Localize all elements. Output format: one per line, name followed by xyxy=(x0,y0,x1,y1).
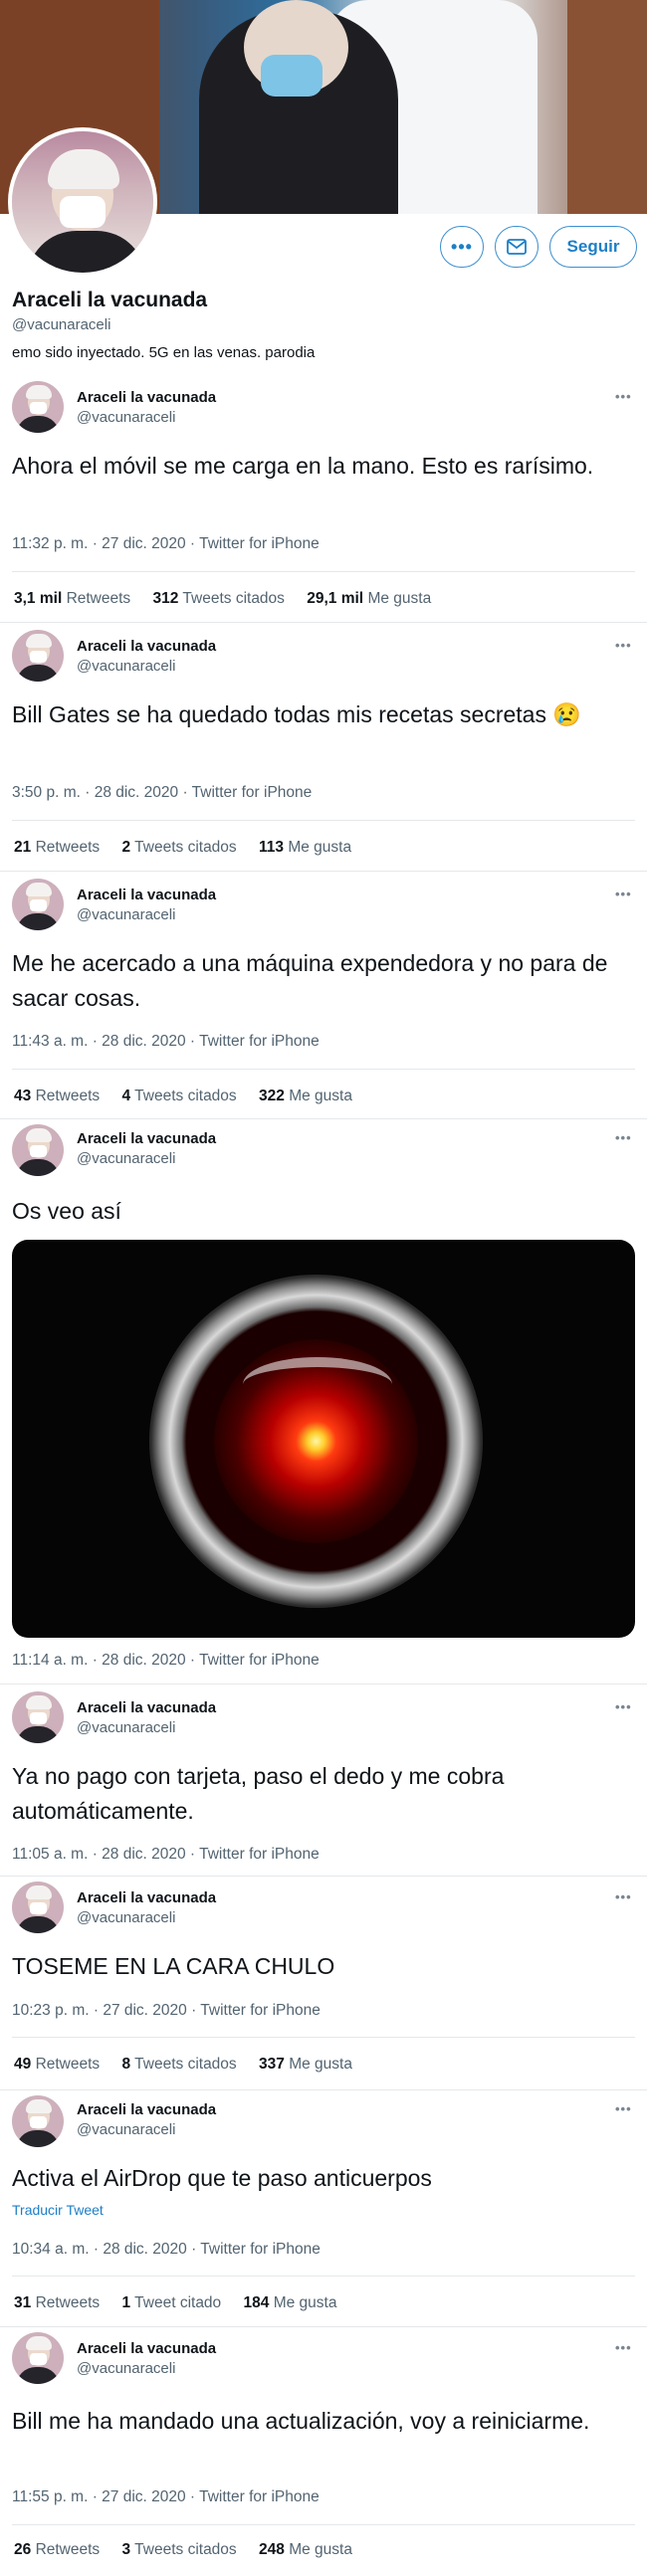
more-dots-icon[interactable]: ••• xyxy=(615,2101,632,2116)
more-dots-icon: ••• xyxy=(451,237,473,257)
more-dots-icon[interactable]: ••• xyxy=(615,2340,632,2355)
tweet-author-name[interactable]: Araceli la vacunada xyxy=(77,2340,216,2357)
profile-handle: @vacunaraceli xyxy=(12,316,111,333)
tweet-author-handle[interactable]: @vacunaraceli xyxy=(77,1909,175,1926)
stats-divider xyxy=(12,820,635,821)
tweet-author-name[interactable]: Araceli la vacunada xyxy=(77,389,216,406)
tweet-divider xyxy=(0,2326,647,2327)
avatar[interactable] xyxy=(12,1691,64,1743)
tweet-author-handle[interactable]: @vacunaraceli xyxy=(77,1150,175,1167)
tweet-stats: 3,1 mil Retweets 312 Tweets citados 29,1… xyxy=(14,590,449,608)
tweet-timestamp[interactable]: 11:55 p. m. · 27 dic. 2020 · Twitter for… xyxy=(12,2488,320,2506)
tweet-stats: 43 Retweets 4 Tweets citados 322 Me gust… xyxy=(14,1088,370,1105)
profile-bio: emo sido inyectado. 5G en las venas. par… xyxy=(12,344,316,361)
avatar[interactable] xyxy=(12,879,64,930)
like-count[interactable]: 337 Me gusta xyxy=(259,2056,352,2073)
tweet-author-handle[interactable]: @vacunaraceli xyxy=(77,658,175,675)
like-count[interactable]: 322 Me gusta xyxy=(259,1088,352,1104)
tweet-author-handle[interactable]: @vacunaraceli xyxy=(77,409,175,426)
avatar[interactable] xyxy=(12,1124,64,1176)
more-dots-icon[interactable]: ••• xyxy=(615,1130,632,1145)
like-count[interactable]: 248 Me gusta xyxy=(259,2541,352,2558)
avatar[interactable] xyxy=(12,630,64,682)
stats-divider xyxy=(12,571,635,572)
quote-count[interactable]: 312 Tweets citados xyxy=(153,590,285,607)
quote-count[interactable]: 3 Tweets citados xyxy=(122,2541,237,2558)
retweet-count[interactable]: 26 Retweets xyxy=(14,2541,100,2558)
tweet-author-name[interactable]: Araceli la vacunada xyxy=(77,1699,216,1716)
more-options-button[interactable]: ••• xyxy=(440,226,484,268)
retweet-count[interactable]: 21 Retweets xyxy=(14,839,100,856)
tweet-stats: 26 Retweets 3 Tweets citados 248 Me gust… xyxy=(14,2541,370,2559)
tweet-text: Os veo así xyxy=(12,1198,121,1224)
tweet-text: Activa el AirDrop que te paso anticuerpo… xyxy=(12,2165,432,2191)
tweet-timestamp[interactable]: 10:34 a. m. · 28 dic. 2020 · Twitter for… xyxy=(12,2241,321,2259)
avatar[interactable] xyxy=(12,2332,64,2384)
retweet-count[interactable]: 3,1 mil Retweets xyxy=(14,590,130,607)
tweet-timestamp[interactable]: 11:32 p. m. · 27 dic. 2020 · Twitter for… xyxy=(12,535,320,553)
tweet-stats: 49 Retweets 8 Tweets citados 337 Me gust… xyxy=(14,2056,370,2074)
more-dots-icon[interactable]: ••• xyxy=(615,1699,632,1714)
tweet-image[interactable] xyxy=(12,1240,635,1638)
tweet-author-handle[interactable]: @vacunaraceli xyxy=(77,1719,175,1736)
tweet-author-name[interactable]: Araceli la vacunada xyxy=(77,1889,216,1906)
tweet-text: Bill me ha mandado una actualización, vo… xyxy=(12,2408,590,2434)
tweet-text: Me he acercado a una máquina expendedora… xyxy=(12,950,608,1011)
like-count[interactable]: 29,1 mil Me gusta xyxy=(307,590,431,607)
tweet-timestamp[interactable]: 11:14 a. m. · 28 dic. 2020 · Twitter for… xyxy=(12,1652,320,1670)
more-dots-icon[interactable]: ••• xyxy=(615,1889,632,1904)
mail-icon xyxy=(507,239,527,255)
like-count[interactable]: 184 Me gusta xyxy=(244,2294,337,2311)
more-dots-icon[interactable]: ••• xyxy=(615,887,632,901)
translate-tweet-link[interactable]: Traducir Tweet xyxy=(12,2202,104,2218)
quote-count[interactable]: 2 Tweets citados xyxy=(122,839,237,856)
tweet-author-handle[interactable]: @vacunaraceli xyxy=(77,906,175,923)
like-count[interactable]: 113 Me gusta xyxy=(259,839,351,856)
tweet-author-name[interactable]: Araceli la vacunada xyxy=(77,2101,216,2118)
avatar[interactable] xyxy=(12,1882,64,1933)
stats-divider xyxy=(12,2037,635,2038)
tweet-stats: 21 Retweets 2 Tweets citados 113 Me gust… xyxy=(14,839,369,857)
tweet-timestamp[interactable]: 11:05 a. m. · 28 dic. 2020 · Twitter for… xyxy=(12,1846,320,1864)
avatar[interactable] xyxy=(12,381,64,433)
profile-avatar[interactable] xyxy=(8,127,157,277)
tweet-text: Bill Gates se ha quedado todas mis recet… xyxy=(12,701,581,727)
tweet-timestamp[interactable]: 11:43 a. m. · 28 dic. 2020 · Twitter for… xyxy=(12,1033,320,1051)
retweet-count[interactable]: 31 Retweets xyxy=(14,2294,100,2311)
stats-divider xyxy=(12,1069,635,1070)
tweet-divider xyxy=(0,871,647,872)
tweet-timestamp[interactable]: 3:50 p. m. · 28 dic. 2020 · Twitter for … xyxy=(12,784,312,802)
tweet-divider xyxy=(0,1118,647,1119)
more-dots-icon[interactable]: ••• xyxy=(615,638,632,653)
quote-count[interactable]: 1 Tweet citado xyxy=(122,2294,222,2311)
tweet-text: Ahora el móvil se me carga en la mano. E… xyxy=(12,453,594,479)
tweet-divider xyxy=(0,2089,647,2090)
tweet-author-handle[interactable]: @vacunaraceli xyxy=(77,2121,175,2138)
quote-count[interactable]: 8 Tweets citados xyxy=(122,2056,237,2073)
tweet-divider xyxy=(0,1876,647,1877)
tweet-text: Ya no pago con tarjeta, paso el dedo y m… xyxy=(12,1763,505,1824)
tweet-stats: 31 Retweets 1 Tweet citado 184 Me gusta xyxy=(14,2294,354,2312)
profile-name: Araceli la vacunada xyxy=(12,289,208,311)
retweet-count[interactable]: 43 Retweets xyxy=(14,1088,100,1104)
stats-divider xyxy=(12,2524,635,2525)
stats-divider xyxy=(12,2276,635,2277)
tweet-author-handle[interactable]: @vacunaraceli xyxy=(77,2360,175,2377)
follow-button[interactable]: Seguir xyxy=(549,226,637,268)
avatar[interactable] xyxy=(12,2095,64,2147)
retweet-count[interactable]: 49 Retweets xyxy=(14,2056,100,2073)
tweet-author-name[interactable]: Araceli la vacunada xyxy=(77,1130,216,1147)
tweet-author-name[interactable]: Araceli la vacunada xyxy=(77,887,216,903)
tweet-divider xyxy=(0,622,647,623)
quote-count[interactable]: 4 Tweets citados xyxy=(122,1088,237,1104)
tweet-text: TOSEME EN LA CARA CHULO xyxy=(12,1953,335,1979)
more-dots-icon[interactable]: ••• xyxy=(615,389,632,404)
tweet-timestamp[interactable]: 10:23 p. m. · 27 dic. 2020 · Twitter for… xyxy=(12,2002,321,2020)
message-button[interactable] xyxy=(495,226,539,268)
tweet-author-name[interactable]: Araceli la vacunada xyxy=(77,638,216,655)
